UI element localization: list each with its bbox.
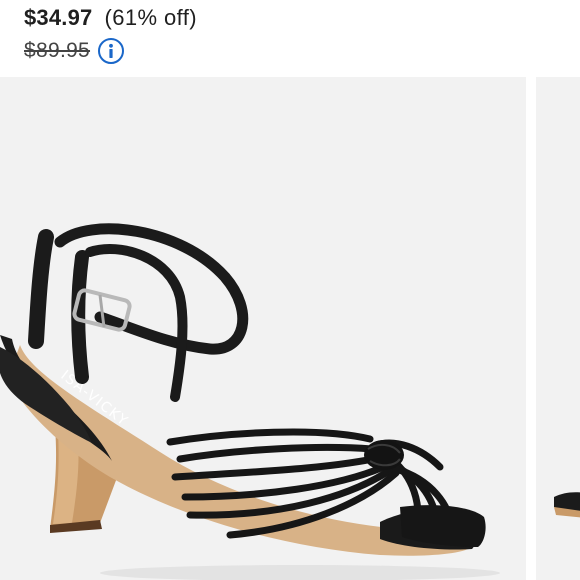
next-image-peek	[554, 492, 580, 518]
info-glyph	[109, 43, 113, 58]
info-icon[interactable]	[98, 38, 125, 64]
sale-price: $34.97	[24, 5, 93, 30]
product-image-main[interactable]: ISA-VICKY	[0, 77, 526, 580]
product-image-next[interactable]	[536, 77, 580, 580]
discount-percent: (61% off)	[104, 5, 197, 30]
product-detail-page: $34.97 (61% off) $89.95 ISA-VICKY	[0, 0, 580, 580]
original-price: $89.95	[24, 39, 91, 62]
price-row: $34.97 (61% off)	[24, 4, 197, 32]
original-price-row: $89.95	[24, 37, 125, 65]
sandal-illustration: ISA-VICKY	[0, 223, 500, 580]
